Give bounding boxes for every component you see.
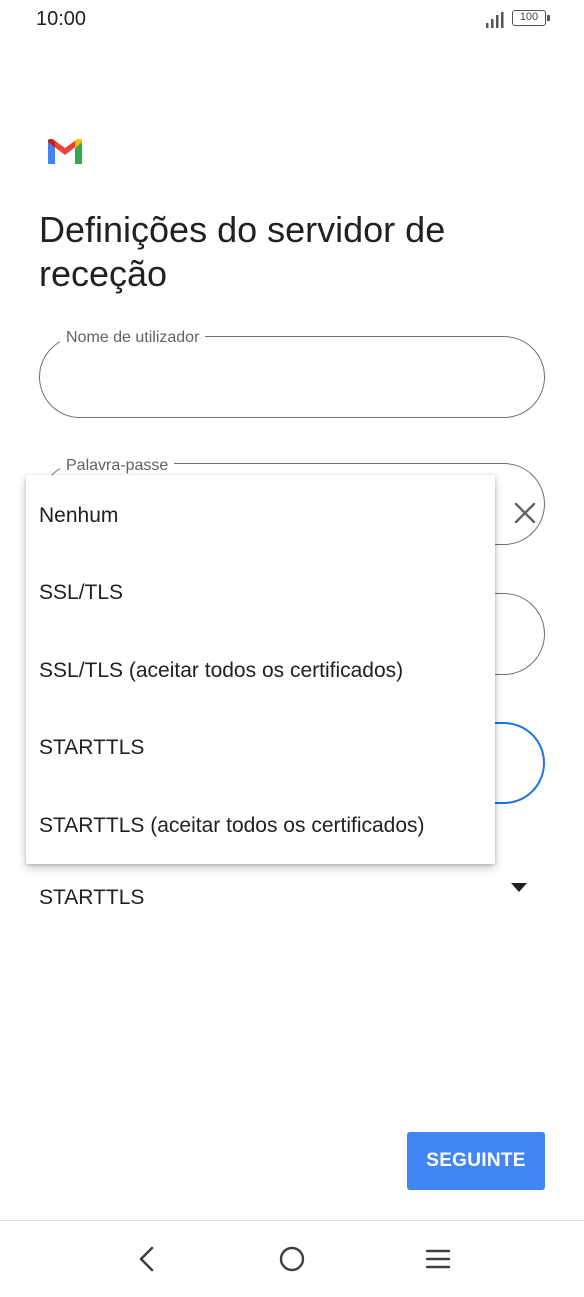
page-title: Definições do servidor de receção — [39, 209, 446, 294]
navigation-bar — [0, 1221, 584, 1297]
menu-item-ssl-tls[interactable]: SSL/TLS — [26, 554, 495, 631]
username-field[interactable] — [39, 336, 545, 418]
status-bar: 10:00 100 — [0, 0, 584, 40]
dropdown-arrow-icon[interactable] — [511, 883, 527, 893]
menu-item-starttls-accept-all[interactable]: STARTTLS (aceitar todos os certificados) — [26, 787, 495, 864]
menu-item-starttls[interactable]: STARTTLS — [26, 709, 495, 786]
nav-home-icon[interactable] — [278, 1245, 306, 1273]
battery-level: 100 — [519, 11, 539, 23]
next-button[interactable]: SEGUINTE — [407, 1132, 545, 1190]
security-dropdown-menu: Nenhum SSL/TLS SSL/TLS (aceitar todos os… — [26, 475, 495, 864]
battery-icon: 100 — [512, 10, 550, 26]
username-label: Nome de utilizador — [60, 329, 206, 347]
nav-menu-icon[interactable] — [424, 1248, 452, 1270]
nav-back-icon[interactable] — [134, 1245, 158, 1273]
menu-item-nenhum[interactable]: Nenhum — [26, 477, 495, 554]
status-time: 10:00 — [36, 8, 87, 30]
menu-item-ssl-tls-accept-all[interactable]: SSL/TLS (aceitar todos os certificados) — [26, 632, 495, 709]
security-type-select[interactable]: STARTTLS — [39, 886, 144, 910]
gmail-logo — [48, 139, 82, 164]
signal-icon — [486, 12, 504, 28]
close-icon[interactable] — [510, 498, 540, 528]
password-label: Palavra-passe — [60, 457, 175, 475]
